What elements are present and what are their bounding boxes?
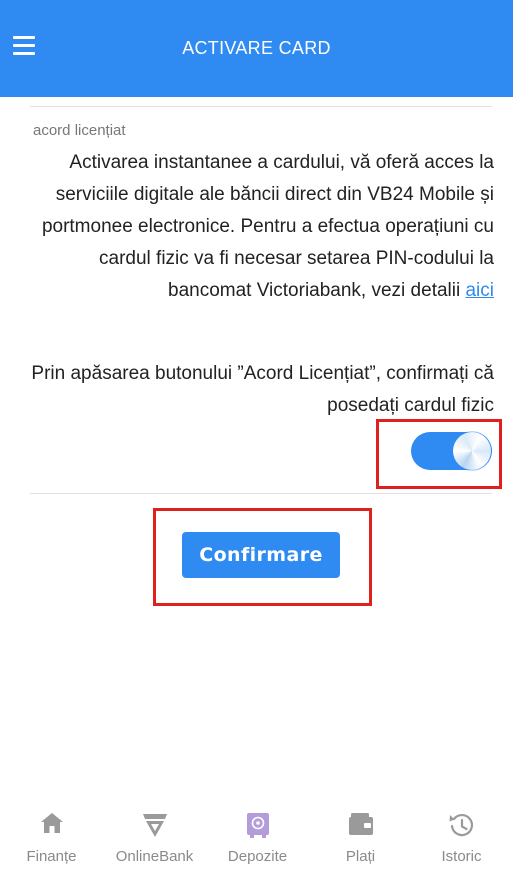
tab-depozite[interactable]: Depozite (206, 798, 309, 880)
tab-finante[interactable]: Finanțe (0, 798, 103, 880)
details-link[interactable]: aici (465, 280, 494, 301)
bottom-tab-bar: Finanțe OnlineBank Depozite Plați Istori… (0, 798, 513, 880)
activation-description: Activarea instantanee a cardului, vă ofe… (30, 147, 494, 307)
tab-plati[interactable]: Plați (309, 798, 412, 880)
physical-card-notice: Prin apăsarea butonului ”Acord Licențiat… (31, 363, 494, 416)
tab-label: Depozite (227, 848, 288, 865)
home-icon (40, 812, 64, 839)
tab-onlinebank[interactable]: OnlineBank (103, 798, 206, 880)
description-text: Activarea instantanee a cardului, vă ofe… (41, 152, 494, 301)
divider-top (30, 106, 492, 107)
divider-middle (30, 493, 492, 494)
victoriabank-logo-icon (142, 812, 168, 843)
tab-istoric[interactable]: Istoric (410, 798, 513, 880)
tab-label: Plați (345, 848, 376, 865)
toggle-knob (453, 432, 491, 470)
tab-label: Finanțe (26, 848, 77, 865)
page-title: ACTIVARE CARD (182, 38, 331, 58)
confirm-button[interactable]: Confirmare (182, 532, 340, 578)
history-icon (448, 812, 476, 845)
wallet-icon (348, 812, 374, 841)
license-agreement-toggle[interactable] (411, 432, 492, 470)
deposit-icon (246, 812, 270, 843)
app-header: ACTIVARE CARD (0, 0, 513, 97)
section-label: acord licențiat (33, 122, 126, 139)
tab-label: OnlineBank (115, 848, 194, 865)
tab-label: Istoric (441, 848, 482, 865)
